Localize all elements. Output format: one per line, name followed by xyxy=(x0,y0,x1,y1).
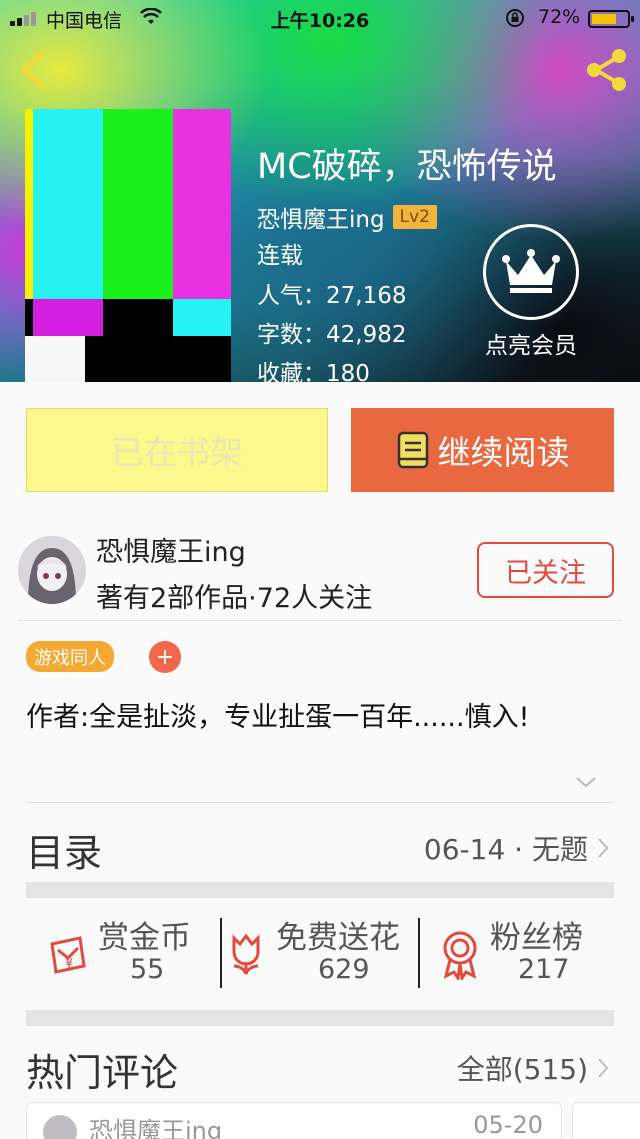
vip-button[interactable]: 点亮会员 xyxy=(472,224,590,360)
continue-reading-button[interactable]: 继续阅读 xyxy=(351,408,614,492)
divider xyxy=(26,802,614,803)
comment-card[interactable]: 恐惧魔王ing 05-20 xyxy=(26,1102,562,1139)
on-shelf-button[interactable]: 已在书架 xyxy=(26,408,328,492)
book-title: MC破碎，恐怖传说 xyxy=(257,147,557,187)
book-status: 连载 xyxy=(257,243,303,269)
battery-icon xyxy=(588,10,634,28)
fans-ranking-button[interactable]: 粉丝榜 217 xyxy=(422,912,614,992)
book-detail-body: 已在书架 继续阅读 恐惧魔王ing 著有2部作品·72人关注 已关注 游戏同人 … xyxy=(0,382,640,1139)
svg-text:¥: ¥ xyxy=(65,957,73,972)
red-envelope-icon: ¥ xyxy=(50,936,86,974)
book-word-count: 字数：42,982 xyxy=(257,322,407,348)
crown-icon xyxy=(483,224,579,320)
reward-coins-button[interactable]: ¥ 赏金币 55 xyxy=(26,912,216,992)
hot-comments-label: 热门评论 xyxy=(26,1051,179,1095)
section-separator xyxy=(26,1010,614,1026)
book-intro: 作者:全是扯淡，专业扯蛋一百年......慎入! xyxy=(26,702,530,733)
book-header: 中国电信 上午10:26 72% MC破碎，恐怖传说 恐惧魔王ing Lv2 连… xyxy=(0,0,640,382)
reward-value: 55 xyxy=(130,954,165,985)
chevron-right-icon xyxy=(598,1058,609,1078)
author-row[interactable]: 恐惧魔王ing 著有2部作品·72人关注 已关注 xyxy=(0,520,640,620)
book-icon xyxy=(397,431,428,469)
book-favorites: 收藏：180 xyxy=(257,361,370,382)
divider xyxy=(418,918,420,988)
divider xyxy=(18,620,622,621)
flowers-title: 免费送花 xyxy=(276,920,400,956)
toc-latest-chapter[interactable]: 06-14 · 无题 xyxy=(424,828,610,868)
section-separator xyxy=(26,882,614,898)
tag-game-fanfic[interactable]: 游戏同人 xyxy=(26,641,114,672)
continue-reading-label: 继续阅读 xyxy=(437,433,570,472)
vip-label: 点亮会员 xyxy=(485,333,577,359)
share-button[interactable] xyxy=(582,46,630,94)
author-stats: 著有2部作品·72人关注 xyxy=(96,583,373,614)
chevron-left-icon xyxy=(21,51,45,89)
author-name[interactable]: 恐惧魔王ing xyxy=(96,530,246,569)
comment-avatar xyxy=(43,1115,77,1139)
toc-label: 目录 xyxy=(26,831,103,875)
flowers-value: 629 xyxy=(318,954,370,985)
book-cover[interactable] xyxy=(25,109,231,382)
follow-button[interactable]: 已关注 xyxy=(477,542,614,598)
comment-card[interactable] xyxy=(572,1102,640,1139)
comment-date: 05-20 xyxy=(473,1111,543,1139)
all-comments-label: 全部(515) xyxy=(456,1053,588,1086)
divider xyxy=(220,918,222,988)
book-author-name[interactable]: 恐惧魔王ing xyxy=(257,200,385,234)
add-tag-button[interactable]: + xyxy=(149,641,181,673)
author-level-badge: Lv2 xyxy=(392,205,437,229)
all-comments-button[interactable]: 全部(515) xyxy=(457,1048,610,1088)
flower-icon xyxy=(232,933,260,975)
book-author[interactable]: 恐惧魔王ing Lv2 xyxy=(257,200,437,234)
expand-intro-button[interactable] xyxy=(575,774,597,793)
book-popularity: 人气：27,168 xyxy=(257,283,407,309)
share-icon xyxy=(587,49,626,91)
chevron-right-icon xyxy=(598,838,609,858)
battery-percent: 72% xyxy=(538,6,581,28)
status-bar: 中国电信 上午10:26 72% xyxy=(0,0,640,36)
fans-value: 217 xyxy=(518,954,570,985)
rotation-lock-icon xyxy=(505,8,525,28)
medal-icon xyxy=(443,931,477,980)
reward-title: 赏金币 xyxy=(98,920,191,956)
chevron-down-icon xyxy=(576,777,596,788)
latest-chapter-label: 06-14 · 无题 xyxy=(423,833,588,866)
comment-user: 恐惧魔王ing xyxy=(89,1117,223,1139)
fans-title: 粉丝榜 xyxy=(490,920,583,956)
back-button[interactable] xyxy=(14,48,54,92)
author-avatar[interactable] xyxy=(18,536,86,604)
free-flowers-button[interactable]: 免费送花 629 xyxy=(224,912,416,992)
